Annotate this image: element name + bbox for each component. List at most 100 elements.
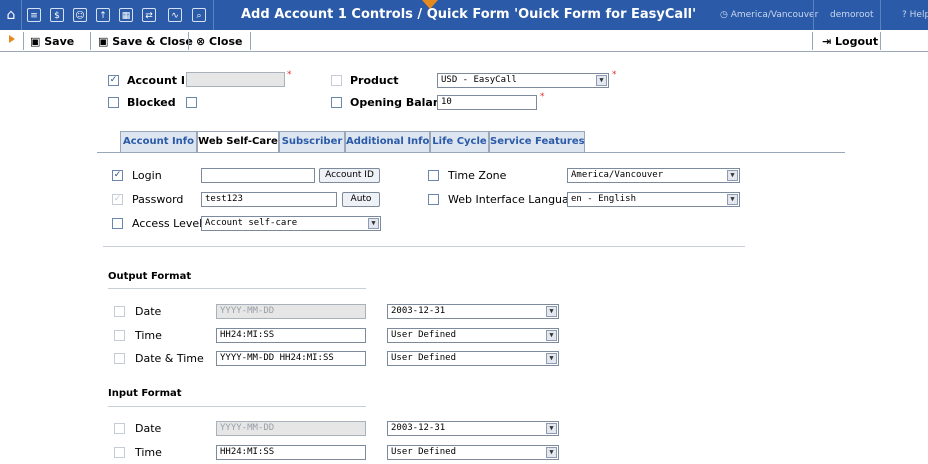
divider [23, 32, 24, 50]
web-language-checkbox[interactable] [428, 194, 439, 205]
input-format-heading: Input Format [108, 388, 182, 399]
tab-additional-info[interactable]: Additional Info [345, 131, 430, 152]
chevron-down-icon: ▼ [546, 353, 557, 364]
upload-icon[interactable]: ↑ [96, 8, 110, 22]
product-value: USD - EasyCall [441, 75, 517, 85]
password-field[interactable]: test123 [201, 192, 337, 207]
tab-web-self-care[interactable]: Web Self-Care [197, 131, 279, 153]
tab-life-cycle[interactable]: Life Cycle [430, 131, 489, 152]
output-time-pattern[interactable]: HH24:MI:SS [216, 328, 366, 343]
time-zone-label: Time Zone [448, 169, 507, 182]
output-datetime-select[interactable]: User Defined ▼ [387, 351, 559, 366]
transfer-icon[interactable]: ⇄ [142, 8, 156, 22]
input-date-pattern[interactable]: YYYY-MM-DD [216, 421, 366, 436]
required-marker: * [540, 92, 545, 102]
required-marker: * [612, 70, 617, 80]
blocked-label: Blocked [127, 96, 176, 109]
output-datetime-label: Date & Time [135, 352, 204, 365]
divider [213, 0, 214, 30]
tab-service-features[interactable]: Service Features [489, 131, 585, 152]
time-zone-select[interactable]: America/Vancouver ▼ [567, 168, 740, 183]
logout-button[interactable]: ⇥ Logout [822, 35, 878, 48]
timezone-indicator[interactable]: ◷ America/Vancouver [720, 10, 818, 20]
save-label: Save [44, 35, 75, 48]
output-time-select[interactable]: User Defined ▼ [387, 328, 559, 343]
tab-account-info[interactable]: Account Info [120, 131, 197, 152]
account-id-label: Account ID [127, 74, 195, 87]
product-select[interactable]: USD - EasyCall ▼ [437, 73, 609, 88]
input-date-label: Date [135, 422, 162, 435]
access-level-checkbox[interactable] [112, 218, 123, 229]
web-language-select[interactable]: en - English ▼ [567, 192, 740, 207]
blocked-checkbox[interactable] [108, 97, 119, 108]
user-name[interactable]: demoroot [830, 10, 874, 20]
time-zone-value: America/Vancouver [571, 170, 664, 180]
input-time-pattern[interactable]: HH24:MI:SS [216, 445, 366, 460]
product-label: Product [350, 74, 399, 87]
users-icon[interactable]: ☺ [73, 8, 87, 22]
password-checkbox[interactable]: ✓ [112, 194, 123, 205]
input-time-checkbox[interactable] [114, 447, 125, 458]
save-close-button[interactable]: ▣ Save & Close [98, 35, 193, 48]
divider [188, 32, 189, 50]
account-id-checkbox[interactable]: ✓ [108, 75, 119, 86]
chevron-down-icon: ▼ [546, 330, 557, 341]
opening-balance-checkbox[interactable] [331, 97, 342, 108]
output-datetime-select-value: User Defined [391, 353, 457, 363]
divider [813, 0, 814, 30]
output-date-select[interactable]: 2003-12-31 ▼ [387, 304, 559, 319]
top-bar: ⌂ ≡ $ ☺ ↑ ▦ ⇄ ∿ ⌕ Add Account 1 Controls… [0, 0, 928, 30]
login-field[interactable] [201, 168, 315, 183]
input-date-checkbox[interactable] [114, 423, 125, 434]
web-language-value: en - English [571, 194, 637, 204]
section-divider [103, 246, 745, 247]
section-underline [108, 288, 366, 289]
output-date-pattern[interactable]: YYYY-MM-DD [216, 304, 366, 319]
auto-button[interactable]: Auto [342, 192, 380, 207]
access-level-select[interactable]: Account self-care ▼ [201, 216, 381, 231]
help-label: Help [909, 10, 928, 20]
product-checkbox[interactable] [331, 75, 342, 86]
tab-subscriber[interactable]: Subscriber [279, 131, 345, 152]
output-time-label: Time [135, 329, 162, 342]
output-time-checkbox[interactable] [114, 330, 125, 341]
chart-icon[interactable]: ∿ [168, 8, 182, 22]
list-icon[interactable]: ≡ [27, 8, 41, 22]
divider [880, 0, 881, 30]
input-time-select-value: User Defined [391, 447, 457, 457]
divider [250, 32, 251, 50]
divider [880, 32, 881, 50]
save-close-label: Save & Close [112, 35, 193, 48]
page-title: Add Account 1 Controls / Quick Form 'Oui… [241, 7, 697, 22]
input-date-select[interactable]: 2003-12-31 ▼ [387, 421, 559, 436]
output-datetime-checkbox[interactable] [114, 353, 125, 364]
section-underline [108, 406, 366, 407]
timezone-label: America/Vancouver [730, 10, 819, 20]
input-time-select[interactable]: User Defined ▼ [387, 445, 559, 460]
input-date-select-value: 2003-12-31 [391, 423, 446, 433]
chevron-down-icon: ▼ [368, 218, 379, 229]
access-level-label: Access Level [132, 217, 203, 230]
blocked-value-checkbox[interactable] [186, 97, 197, 108]
dollar-icon[interactable]: $ [50, 8, 64, 22]
output-datetime-pattern[interactable]: YYYY-MM-DD HH24:MI:SS [216, 351, 366, 366]
chevron-down-icon: ▼ [727, 170, 738, 181]
input-time-label: Time [135, 446, 162, 459]
login-label: Login [132, 169, 162, 182]
save-button[interactable]: ▣ Save [30, 35, 74, 48]
chevron-down-icon: ▼ [546, 306, 557, 317]
time-zone-checkbox[interactable] [428, 170, 439, 181]
account-id-button[interactable]: Account ID [319, 168, 380, 183]
opening-balance-field[interactable]: 10 [437, 95, 537, 110]
output-date-checkbox[interactable] [114, 306, 125, 317]
grid-icon[interactable]: ▦ [119, 8, 133, 22]
toolbar: ▣ Save ▣ Save & Close ⊗ Close ⇥ Logout [0, 30, 928, 52]
login-checkbox[interactable]: ✓ [112, 170, 123, 181]
chevron-down-icon: ▼ [596, 75, 607, 86]
close-button[interactable]: ⊗ Close [196, 35, 242, 48]
account-id-field[interactable] [186, 72, 285, 87]
home-icon[interactable]: ⌂ [4, 8, 18, 22]
output-date-select-value: 2003-12-31 [391, 306, 446, 316]
help-link[interactable]: ? Help [902, 10, 928, 20]
search-icon[interactable]: ⌕ [192, 8, 206, 22]
